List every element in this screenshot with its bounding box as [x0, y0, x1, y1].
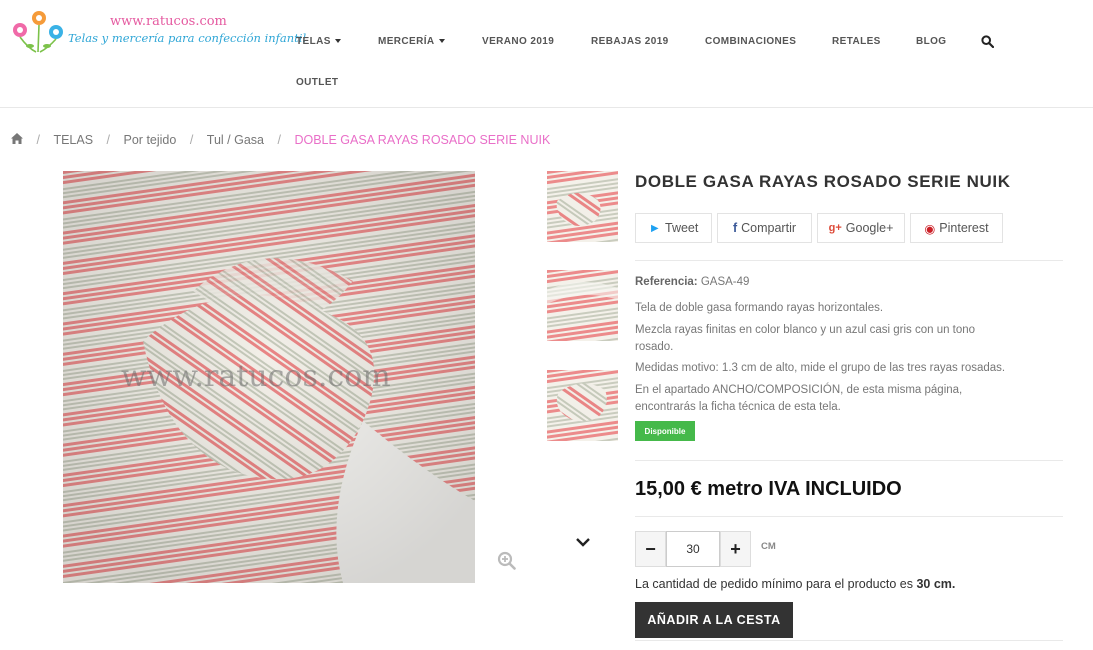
breadcrumb-item-tul-gasa[interactable]: Tul / Gasa [207, 133, 264, 147]
share-label: Pinterest [939, 221, 989, 235]
nav-label: MERCERÍA [378, 36, 435, 47]
chevron-down-icon [438, 39, 445, 44]
product-thumbnail-2[interactable] [547, 270, 618, 341]
reference-label: Referencia: [635, 276, 698, 288]
logo-url-text: www.ratucos.com [110, 14, 227, 29]
logo-tagline: Telas y mercería para confección infanti… [68, 31, 307, 45]
product-thumbnail-3[interactable] [547, 370, 618, 441]
product-title: DOBLE GASA RAYAS ROSADO SERIE NUIK [635, 172, 1011, 191]
thumbnail-image [547, 171, 618, 242]
breadcrumb: / TELAS / Por tejido / Tul / Gasa / DOBL… [11, 132, 550, 147]
divider [635, 260, 1063, 261]
nav-item-rebajas[interactable]: REBAJAS 2019 [591, 36, 669, 47]
breadcrumb-separator: / [277, 132, 281, 147]
thumbnail-image [547, 370, 618, 441]
fabric-image: www.ratucos.com [63, 171, 475, 583]
nav-label: BLOG [916, 36, 947, 47]
flowers-logo-icon [13, 11, 63, 53]
nav-label: REBAJAS 2019 [591, 36, 669, 47]
nav-item-telas[interactable]: TELAS [296, 36, 341, 47]
description-line: encontrarás la ficha técnica de esta tel… [635, 401, 841, 413]
product-price: 15,00 € metro IVA INCLUIDO [635, 478, 902, 500]
chevron-down-icon [334, 39, 341, 44]
quantity-increase-button[interactable]: + [720, 531, 751, 567]
share-tweet-button[interactable]: ► Tweet [635, 213, 712, 243]
description-line: Medidas motivo: 1.3 cm de alto, mide el … [635, 362, 1006, 374]
min-order-value: 30 cm. [916, 577, 956, 591]
breadcrumb-item-por-tejido[interactable]: Por tejido [124, 133, 177, 147]
minimum-order-notice: La cantidad de pedido mínimo para el pro… [635, 577, 955, 591]
share-google-button[interactable]: g+ Google+ [817, 213, 905, 243]
nav-item-merceria[interactable]: MERCERÍA [378, 36, 445, 47]
description-line: Tela de doble gasa formando rayas horizo… [635, 302, 884, 314]
zoom-in-icon[interactable] [497, 551, 516, 570]
reference-value: GASA-49 [700, 276, 750, 288]
home-icon [11, 132, 23, 144]
nav-item-blog[interactable]: BLOG [916, 36, 947, 47]
divider [635, 640, 1063, 641]
pinterest-icon: ◉ [924, 221, 936, 236]
breadcrumb-home[interactable] [11, 132, 23, 147]
google-plus-icon: g+ [828, 222, 842, 234]
divider [635, 516, 1063, 517]
min-order-text: La cantidad de pedido mínimo para el pro… [635, 577, 913, 591]
product-reference: Referencia: GASA-49 [635, 276, 749, 288]
nav-label: COMBINACIONES [705, 36, 797, 47]
share-facebook-button[interactable]: f Compartir [717, 213, 812, 243]
twitter-icon: ► [648, 221, 661, 235]
availability-badge: Disponible [635, 421, 695, 441]
site-header: www.ratucos.com Telas y mercería para co… [0, 0, 1093, 108]
divider [635, 460, 1063, 461]
chevron-down-icon[interactable] [574, 535, 592, 549]
quantity-decrease-button[interactable]: − [635, 531, 666, 567]
share-label: Google+ [845, 221, 894, 235]
nav-label: VERANO 2019 [482, 36, 555, 47]
product-thumbnail-1[interactable] [547, 171, 618, 242]
quantity-unit: CM [761, 541, 776, 552]
nav-item-verano[interactable]: VERANO 2019 [482, 36, 554, 47]
description-line: rosado. [635, 341, 674, 353]
breadcrumb-current: DOBLE GASA RAYAS ROSADO SERIE NUIK [294, 132, 551, 147]
nav-item-combinaciones[interactable]: COMBINACIONES [705, 36, 796, 47]
share-pinterest-button[interactable]: ◉ Pinterest [910, 213, 1003, 243]
breadcrumb-separator: / [36, 132, 40, 147]
breadcrumb-separator: / [106, 132, 111, 147]
search-icon[interactable] [981, 35, 994, 48]
add-to-cart-button[interactable]: AÑADIR A LA CESTA [635, 602, 793, 638]
breadcrumb-separator: / [189, 132, 194, 147]
nav-item-retales[interactable]: RETALES [832, 36, 881, 47]
facebook-icon: f [732, 221, 738, 235]
share-label: Compartir [741, 221, 797, 235]
nav-label: RETALES [832, 36, 881, 47]
quantity-input[interactable] [666, 531, 720, 567]
image-watermark: www.ratucos.com [121, 359, 391, 394]
share-label: Tweet [665, 221, 699, 235]
description-line: En el apartado ANCHO/COMPOSICIÓN, de est… [635, 384, 963, 396]
thumbnail-image [547, 270, 618, 341]
nav-label: OUTLET [296, 77, 339, 88]
description-line: Mezcla rayas finitas en color blanco y u… [635, 324, 976, 336]
nav-item-outlet[interactable]: OUTLET [296, 77, 338, 88]
site-logo[interactable]: www.ratucos.com Telas y mercería para co… [10, 8, 306, 58]
product-main-image[interactable]: www.ratucos.com [63, 171, 475, 583]
breadcrumb-item-telas[interactable]: TELAS [53, 133, 93, 147]
nav-label: TELAS [296, 36, 331, 47]
